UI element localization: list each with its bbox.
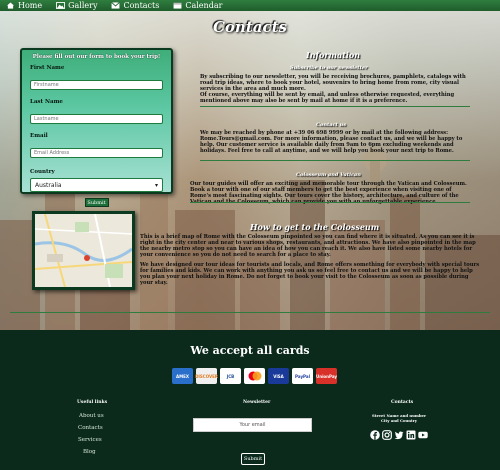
address-line-2: City and Country <box>381 418 417 423</box>
facebook-icon[interactable] <box>370 430 380 440</box>
jcb-card-icon: JCB <box>220 368 241 384</box>
colosseum-map[interactable] <box>32 211 135 290</box>
contact-paragraph: We may be reached by phone at +39 06 698… <box>200 130 463 154</box>
info-heading: Information <box>306 50 361 60</box>
location-heading: How to get to the Colosseum <box>250 222 380 232</box>
map-image <box>35 214 132 287</box>
section-divider <box>200 160 470 161</box>
nav-calendar[interactable]: Calendar <box>173 1 222 10</box>
newsletter-submit-button[interactable]: Submit <box>241 453 265 465</box>
country-label: Country <box>30 169 55 175</box>
info-subheading: Subscribe to our newsletter <box>290 65 368 71</box>
nav-home-label: Home <box>18 1 43 10</box>
nav-contacts[interactable]: Contacts <box>111 1 159 10</box>
info-paragraph-1: By subscribing to our newsletter, you wi… <box>200 74 466 92</box>
location-paragraph-1: This is a brief map of Rome with the Col… <box>140 234 476 258</box>
nav-gallery-label: Gallery <box>68 1 98 10</box>
nav-gallery[interactable]: Gallery <box>56 1 97 10</box>
booking-form: Please fill out our form to book your tr… <box>20 48 173 207</box>
section-divider <box>10 312 490 313</box>
home-icon <box>7 2 14 9</box>
page-title: Contacts <box>212 18 287 36</box>
social-links <box>370 430 428 440</box>
payment-cards: AMEX DISCOVER JCB VISA PayPal UnionPay <box>172 368 337 384</box>
amex-card-icon: AMEX <box>172 368 193 384</box>
envelope-icon <box>111 2 121 9</box>
country-select[interactable]: Australia ▾ <box>30 178 163 192</box>
image-icon <box>56 2 65 9</box>
location-paragraph-2: We have designed our tour ideas for tour… <box>140 262 480 286</box>
country-value: Australia <box>35 181 62 189</box>
nav-calendar-label: Calendar <box>185 1 223 10</box>
visa-card-icon: VISA <box>268 368 289 384</box>
last-name-label: Last Name <box>30 99 63 105</box>
linkedin-icon[interactable] <box>406 430 416 440</box>
footer-link-about[interactable]: About us <box>79 413 104 419</box>
last-name-input[interactable] <box>30 114 163 124</box>
unionpay-card-icon: UnionPay <box>316 368 337 384</box>
instagram-icon[interactable] <box>382 430 392 440</box>
newsletter-email-input[interactable]: Your email <box>193 418 312 432</box>
section-divider <box>190 202 470 203</box>
section-divider <box>200 106 470 107</box>
footer-link-blog[interactable]: Blog <box>83 449 96 455</box>
contacts-title: Contacts <box>391 400 414 405</box>
accept-cards-title: We accept all cards <box>190 344 310 357</box>
email-input[interactable] <box>30 148 163 158</box>
calendar-icon <box>173 2 182 9</box>
youtube-icon[interactable] <box>418 430 428 440</box>
tour-heading: Colosseum and Vatican <box>296 172 361 178</box>
twitter-icon[interactable] <box>394 430 404 440</box>
paypal-card-icon: PayPal <box>292 368 313 384</box>
discover-card-icon: DISCOVER <box>195 368 218 384</box>
top-navbar: Home Gallery Contacts Calendar <box>0 0 500 11</box>
footer-link-services[interactable]: Services <box>78 437 102 443</box>
form-submit-button[interactable]: Submit <box>84 198 109 207</box>
nav-contacts-label: Contacts <box>123 1 160 10</box>
mastercard-icon <box>244 368 265 384</box>
useful-links-title: Useful links <box>77 400 108 405</box>
form-title: Please fill out our form to book your tr… <box>32 54 161 60</box>
chevron-down-icon: ▾ <box>154 181 158 189</box>
nav-home[interactable]: Home <box>6 1 42 10</box>
info-paragraph-2: Of course, everything will be sent by em… <box>200 92 455 104</box>
first-name-label: First Name <box>30 65 65 71</box>
email-label: Email <box>30 133 48 139</box>
footer-link-contacts[interactable]: Contacts <box>78 425 103 431</box>
newsletter-title: Newsletter <box>243 400 271 405</box>
first-name-input[interactable] <box>30 80 163 90</box>
contact-heading: Contact us <box>316 122 347 128</box>
